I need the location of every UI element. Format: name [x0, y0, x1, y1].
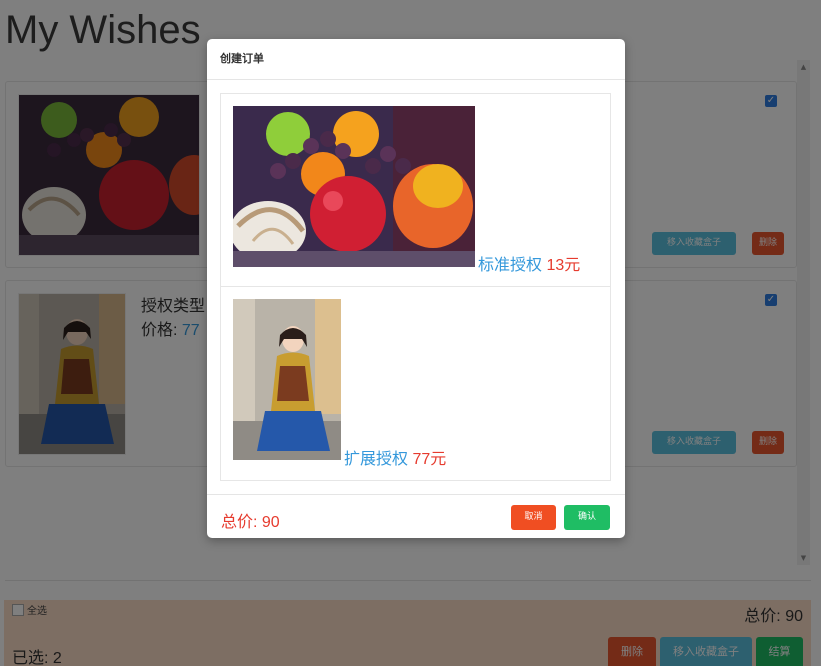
modal-header: 创建订单	[207, 39, 625, 80]
cancel-button[interactable]: 取消	[511, 505, 556, 530]
order-item: 标准授权 13元	[220, 93, 611, 287]
order-item-label: 标准授权 13元	[478, 251, 580, 275]
license-price: 13元	[546, 257, 581, 274]
confirm-button[interactable]: 确认	[564, 505, 610, 530]
modal-title: 创建订单	[220, 52, 264, 65]
create-order-modal: 创建订单 标准授权 13元 扩展授权 77元 总价: 90 取消 确认	[207, 39, 625, 538]
license-price: 77元	[412, 451, 447, 468]
order-item: 扩展授权 77元	[220, 286, 611, 481]
license-name: 扩展授权	[344, 451, 409, 468]
license-name: 标准授权	[478, 257, 543, 274]
portrait-image	[233, 299, 341, 460]
fruit-image	[233, 106, 475, 267]
modal-total: 总价: 90	[221, 514, 280, 531]
modal-footer: 总价: 90 取消 确认	[207, 494, 625, 538]
order-item-label: 扩展授权 77元	[344, 445, 446, 469]
